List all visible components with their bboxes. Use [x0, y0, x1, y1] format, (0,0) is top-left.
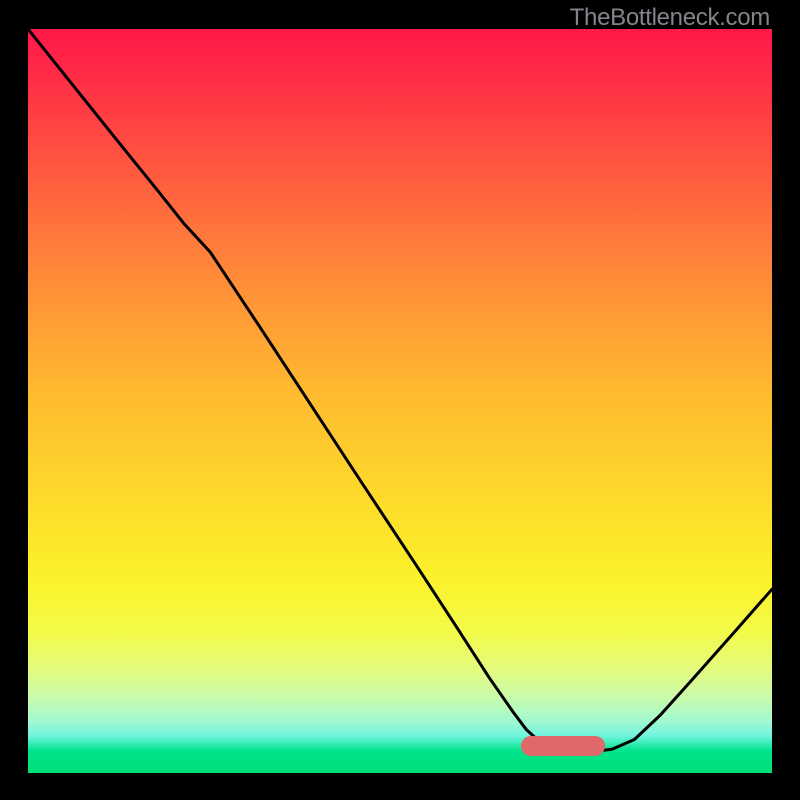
- bottleneck-chart: TheBottleneck.com: [0, 0, 800, 800]
- optimal-range-marker: [521, 736, 605, 756]
- heat-gradient-background: [28, 29, 772, 773]
- watermark-text: TheBottleneck.com: [570, 4, 770, 32]
